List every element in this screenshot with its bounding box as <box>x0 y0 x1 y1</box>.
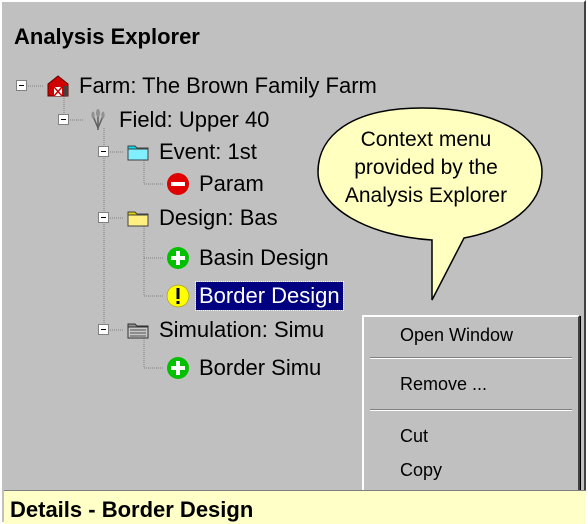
menu-separator <box>370 357 572 359</box>
menu-item-cut[interactable]: Cut <box>374 421 570 451</box>
details-header: Details - Border Design <box>4 490 586 524</box>
analysis-explorer-panel: Analysis Explorer Farm: The Brown Family… <box>0 0 586 524</box>
menu-item-copy[interactable]: Copy <box>374 455 570 485</box>
menu-separator <box>370 409 572 411</box>
menu-item-remove[interactable]: Remove ... <box>374 369 570 399</box>
context-menu: Open Window Remove ... Cut Copy <box>362 315 580 497</box>
callout-text: Context menu provided by the Analysis Ex… <box>320 126 532 210</box>
callout-line: Context menu <box>360 128 492 151</box>
menu-item-open-window[interactable]: Open Window <box>374 320 570 350</box>
callout-line: Analysis Explorer <box>344 184 508 207</box>
callout-line: provided by the <box>354 156 498 179</box>
